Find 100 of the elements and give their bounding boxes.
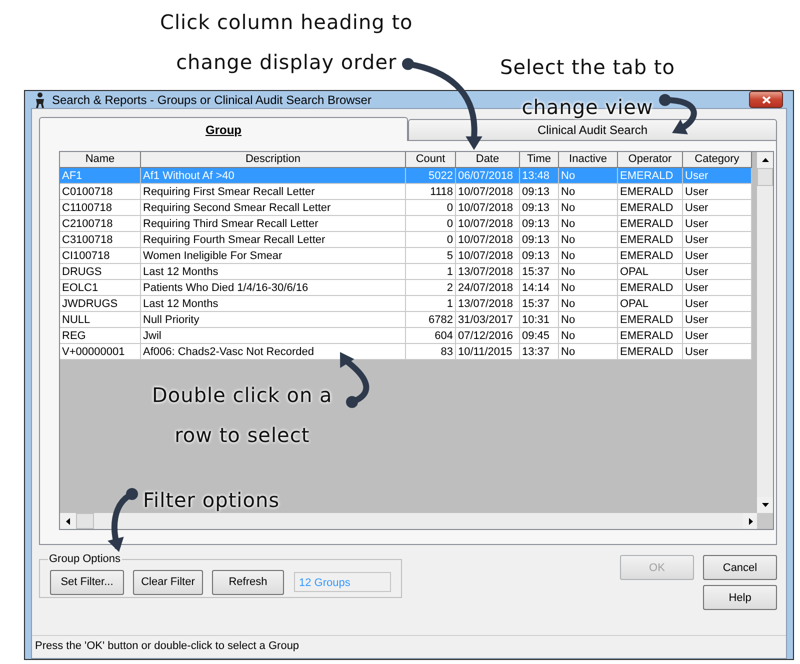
table-cell[interactable]: 24/07/2018 [456, 280, 520, 296]
table-cell[interactable]: EOLC1 [60, 280, 141, 296]
table-cell[interactable]: No [559, 232, 618, 248]
table-cell[interactable]: User [683, 312, 752, 328]
table-cell[interactable]: User [683, 264, 752, 280]
table-cell[interactable]: C3100718 [60, 232, 141, 248]
table-cell[interactable]: No [559, 312, 618, 328]
tab[interactable]: Group [39, 117, 408, 141]
table-cell[interactable]: No [559, 216, 618, 232]
table-cell[interactable]: 6782 [406, 312, 456, 328]
table-cell[interactable]: Null Priority [141, 312, 406, 328]
table-cell[interactable]: User [683, 200, 752, 216]
table-cell[interactable]: EMERALD [618, 216, 683, 232]
table-cell[interactable]: No [559, 248, 618, 264]
table-cell[interactable]: 2 [406, 280, 456, 296]
table-cell[interactable]: EMERALD [618, 344, 683, 360]
table-cell[interactable]: 09:13 [520, 248, 559, 264]
table-cell[interactable]: V+00000001 [60, 344, 141, 360]
table-cell[interactable]: C0100718 [60, 184, 141, 200]
table-cell[interactable]: Patients Who Died 1/4/16-30/6/16 [141, 280, 406, 296]
column-header[interactable]: Name [60, 152, 141, 168]
table-cell[interactable]: Last 12 Months [141, 296, 406, 312]
table-cell[interactable]: DRUGS [60, 264, 141, 280]
table-cell[interactable]: 10/07/2018 [456, 184, 520, 200]
table-cell[interactable]: 13:37 [520, 344, 559, 360]
table-cell[interactable]: Requiring Third Smear Recall Letter [141, 216, 406, 232]
tab[interactable]: Clinical Audit Search [408, 119, 777, 140]
column-header[interactable]: Time [520, 152, 559, 168]
column-header[interactable]: Inactive [559, 152, 618, 168]
table-cell[interactable]: C1100718 [60, 200, 141, 216]
table-cell[interactable]: 09:45 [520, 328, 559, 344]
table-cell[interactable]: User [683, 344, 752, 360]
table-cell[interactable]: 14:14 [520, 280, 559, 296]
column-header[interactable]: Operator [618, 152, 683, 168]
table-cell[interactable]: 09:13 [520, 232, 559, 248]
table-cell[interactable]: Requiring Fourth Smear Recall Letter [141, 232, 406, 248]
table-cell[interactable]: Requiring Second Smear Recall Letter [141, 200, 406, 216]
table-cell[interactable]: 0 [406, 216, 456, 232]
table-cell[interactable]: 10:31 [520, 312, 559, 328]
dialog-button[interactable]: Cancel [703, 555, 777, 580]
table-cell[interactable]: JWDRUGS [60, 296, 141, 312]
table-cell[interactable]: CI100718 [60, 248, 141, 264]
table-cell[interactable]: 13/07/2018 [456, 296, 520, 312]
filter-button[interactable]: Refresh [212, 570, 284, 594]
table-cell[interactable]: 0 [406, 232, 456, 248]
filter-button[interactable]: Set Filter... [50, 570, 124, 594]
filter-button[interactable]: Clear Filter [133, 570, 203, 594]
table-cell[interactable]: EMERALD [618, 200, 683, 216]
table-cell[interactable]: Jwil [141, 328, 406, 344]
table-cell[interactable]: Af006: Chads2-Vasc Not Recorded [141, 344, 406, 360]
table-cell[interactable]: REG [60, 328, 141, 344]
table-cell[interactable]: NULL [60, 312, 141, 328]
close-button[interactable] [749, 91, 783, 108]
column-header[interactable]: Category [683, 152, 752, 168]
column-header[interactable]: Date [456, 152, 520, 168]
table-cell[interactable]: User [683, 328, 752, 344]
table-cell[interactable]: EMERALD [618, 312, 683, 328]
table-cell[interactable]: Last 12 Months [141, 264, 406, 280]
table-cell[interactable]: 0 [406, 200, 456, 216]
table-cell[interactable]: 1 [406, 296, 456, 312]
column-header[interactable]: Count [406, 152, 456, 168]
table-cell[interactable]: 10/07/2018 [456, 232, 520, 248]
table-cell[interactable]: 5 [406, 248, 456, 264]
table-cell[interactable]: EMERALD [618, 184, 683, 200]
table-cell[interactable]: EMERALD [618, 280, 683, 296]
table-cell[interactable]: 1 [406, 264, 456, 280]
table-cell[interactable]: User [683, 232, 752, 248]
table-cell[interactable]: EMERALD [618, 328, 683, 344]
table-cell[interactable]: No [559, 264, 618, 280]
table-cell[interactable]: 604 [406, 328, 456, 344]
table-cell[interactable]: User [683, 296, 752, 312]
table-cell[interactable]: C2100718 [60, 216, 141, 232]
table-cell[interactable]: User [683, 248, 752, 264]
table-cell[interactable]: User [683, 280, 752, 296]
horizontal-scrollbar[interactable] [60, 513, 759, 529]
table-cell[interactable]: 1118 [406, 184, 456, 200]
table-cell[interactable]: EMERALD [618, 248, 683, 264]
table-cell[interactable]: No [559, 344, 618, 360]
table-cell[interactable]: 09:13 [520, 216, 559, 232]
table-cell[interactable]: EMERALD [618, 232, 683, 248]
table-cell[interactable]: No [559, 200, 618, 216]
table-cell[interactable]: 10/07/2018 [456, 200, 520, 216]
vertical-scrollbar[interactable] [757, 152, 773, 529]
table-cell[interactable]: OPAL [618, 264, 683, 280]
table-cell[interactable]: 13/07/2018 [456, 264, 520, 280]
table-cell[interactable]: 83 [406, 344, 456, 360]
table-cell[interactable]: No [559, 184, 618, 200]
table-cell[interactable]: No [559, 328, 618, 344]
table-cell[interactable]: Women Ineligible For Smear [141, 248, 406, 264]
table-cell[interactable]: 09:13 [520, 184, 559, 200]
table-cell[interactable]: 07/12/2016 [456, 328, 520, 344]
table-cell[interactable]: No [559, 296, 618, 312]
scroll-thumb[interactable] [76, 513, 94, 529]
dialog-button[interactable]: Help [703, 585, 777, 610]
table-cell[interactable]: 15:37 [520, 264, 559, 280]
table-cell[interactable]: Requiring First Smear Recall Letter [141, 184, 406, 200]
table-cell[interactable]: No [559, 280, 618, 296]
table-cell[interactable]: OPAL [618, 296, 683, 312]
scroll-thumb[interactable] [757, 168, 773, 186]
table-cell[interactable]: 10/07/2018 [456, 248, 520, 264]
